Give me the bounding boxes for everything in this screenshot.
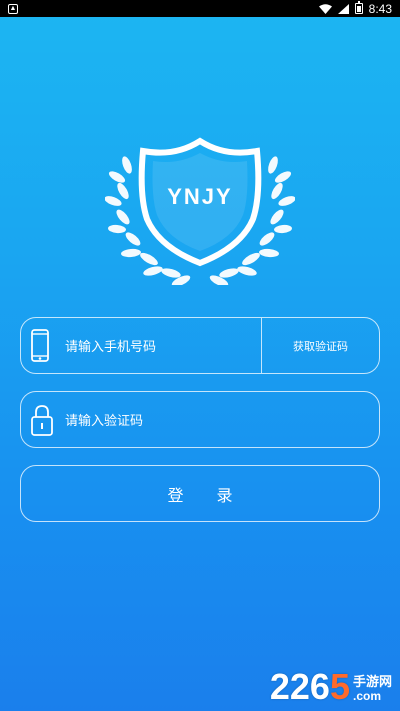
wifi-icon xyxy=(318,3,332,14)
status-bar: ▲ 8:43 xyxy=(0,0,400,17)
phone-input[interactable]: 请输入手机号码 xyxy=(65,318,156,373)
status-time: 8:43 xyxy=(368,1,392,16)
code-input[interactable]: 请输入验证码 xyxy=(65,392,143,447)
phone-icon xyxy=(30,329,52,367)
signal-icon xyxy=(337,3,349,14)
lock-icon xyxy=(30,403,54,441)
notification-icon: ▲ xyxy=(8,3,18,14)
status-right: 8:43 xyxy=(318,1,400,16)
battery-icon xyxy=(354,1,363,14)
code-field[interactable]: 请输入验证码 xyxy=(20,391,380,448)
watermark-domain: .com xyxy=(352,688,381,703)
app-logo: YNJY xyxy=(104,135,296,287)
phone-field[interactable]: 请输入手机号码 获取验证码 xyxy=(20,317,380,374)
watermark-cn: 手游网 xyxy=(352,674,392,690)
site-watermark: 2265 手游网 .com xyxy=(270,669,392,705)
watermark-number: 2265 xyxy=(269,666,350,707)
get-code-button[interactable]: 获取验证码 xyxy=(262,318,379,373)
login-button[interactable]: 登 录 xyxy=(20,465,380,522)
logo-text: YNJY xyxy=(167,184,232,209)
laurel-wreath-icon: YNJY xyxy=(104,137,296,287)
status-left: ▲ xyxy=(0,3,18,14)
